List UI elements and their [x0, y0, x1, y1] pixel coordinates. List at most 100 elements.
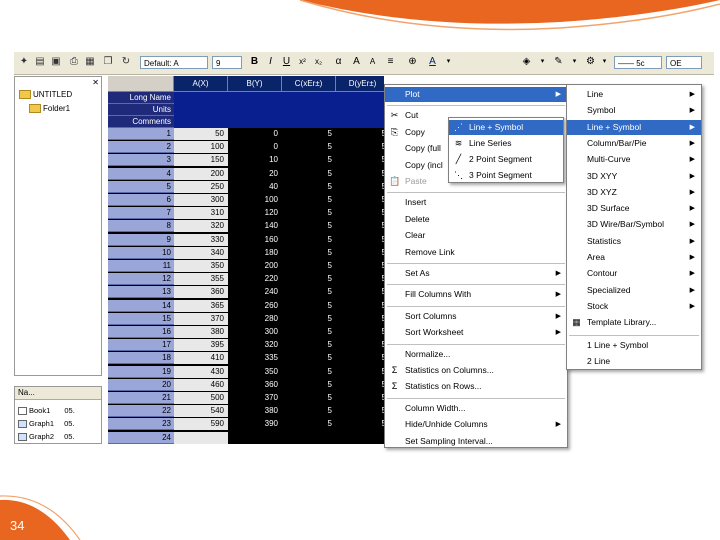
row-header[interactable]: 1	[108, 128, 174, 140]
menu-item-3d-xyy[interactable]: 3D XYY ▶	[567, 169, 701, 184]
font-name-select[interactable]: Default: A	[140, 56, 208, 69]
menu-item-3d-wire-bar-symbol[interactable]: 3D Wire/Bar/Symbol ▶	[567, 217, 701, 232]
table-cell[interactable]: 0	[228, 128, 282, 140]
table-cell[interactable]: 260	[228, 300, 282, 312]
table-cell[interactable]: 5	[282, 168, 336, 180]
column-header-d[interactable]: D(yEr±)	[336, 76, 384, 92]
table-cell[interactable]: 280	[228, 313, 282, 325]
meta-row-header[interactable]: Long Name	[108, 92, 174, 104]
font-size-select[interactable]: 9	[212, 56, 242, 69]
table-cell[interactable]: 5	[282, 128, 336, 140]
table-cell[interactable]: 10	[228, 154, 282, 166]
meta-cell[interactable]	[282, 104, 336, 116]
menu-item-delete[interactable]: Delete	[385, 212, 567, 227]
table-cell[interactable]: 5	[282, 207, 336, 219]
table-cell[interactable]: 5	[336, 326, 384, 338]
table-cell[interactable]: 5	[336, 379, 384, 391]
copy-page-icon[interactable]: ❐	[102, 56, 114, 68]
row-header[interactable]: 21	[108, 392, 174, 404]
italic-button[interactable]: I	[264, 55, 277, 69]
meta-row-header[interactable]: Comments	[108, 116, 174, 128]
table-cell[interactable]: 430	[174, 365, 228, 378]
subscript-button[interactable]: x₂	[312, 55, 325, 69]
table-cell[interactable]: 5	[336, 194, 384, 206]
meta-row-header[interactable]: Units	[108, 104, 174, 116]
refresh-icon[interactable]: ↻	[120, 56, 132, 68]
meta-cell[interactable]	[336, 92, 384, 104]
menu-item-multi-curve[interactable]: Multi-Curve ▶	[567, 152, 701, 167]
table-cell[interactable]: 5	[282, 352, 336, 364]
table-cell[interactable]: 5	[282, 286, 336, 298]
meta-cell[interactable]	[282, 116, 336, 128]
menu-item-3-point-segment[interactable]: ⋱ 3 Point Segment	[449, 168, 563, 183]
table-cell[interactable]: 5	[336, 339, 384, 351]
chevron-down-icon[interactable]: ▾	[598, 55, 611, 69]
menu-item-fill-columns-with[interactable]: Fill Columns With ▶	[385, 287, 567, 302]
menu-item-statistics-on-columns[interactable]: Σ Statistics on Columns...	[385, 363, 567, 378]
menu-item-line-series[interactable]: ≋ Line Series	[449, 136, 563, 151]
bold-button[interactable]: B	[248, 55, 261, 69]
table-cell[interactable]: 5	[336, 273, 384, 285]
menu-item-line-symbol[interactable]: ⋰ Line + Symbol	[449, 120, 563, 135]
table-cell[interactable]	[174, 431, 228, 444]
table-cell[interactable]: 5	[282, 392, 336, 404]
menu-item-area[interactable]: Area ▶	[567, 250, 701, 265]
table-cell[interactable]: 540	[174, 405, 228, 418]
table-cell[interactable]: 390	[228, 418, 282, 430]
table-cell[interactable]: 355	[174, 273, 228, 286]
row-header[interactable]: 2	[108, 141, 174, 154]
row-header[interactable]: 14	[108, 299, 174, 312]
row-header[interactable]: 11	[108, 260, 174, 272]
menu-item-symbol[interactable]: Symbol ▶	[567, 103, 701, 118]
line-style-select[interactable]: —— 5c	[614, 56, 662, 69]
table-cell[interactable]: 5	[282, 260, 336, 272]
table-cell[interactable]: 5	[282, 339, 336, 351]
menu-item-statistics[interactable]: Statistics ▶	[567, 234, 701, 249]
table-cell[interactable]: 370	[174, 312, 228, 325]
table-cell[interactable]: 5	[336, 154, 384, 166]
menu-item-sort-columns[interactable]: Sort Columns ▶	[385, 309, 567, 324]
table-cell[interactable]: 460	[174, 378, 228, 391]
decrease-font-button[interactable]: A	[366, 55, 379, 69]
table-cell[interactable]: 5	[336, 207, 384, 219]
table-cell[interactable]: 350	[174, 260, 228, 272]
file-item-graph1[interactable]: Graph1 05.	[18, 418, 75, 430]
meta-cell[interactable]	[174, 104, 228, 116]
table-cell[interactable]: 380	[174, 326, 228, 338]
chevron-down-icon[interactable]: ▾	[568, 55, 581, 69]
row-header[interactable]: 8	[108, 220, 174, 233]
table-cell[interactable]: 300	[174, 194, 228, 206]
superscript-button[interactable]: x²	[296, 55, 309, 69]
table-cell[interactable]: 5	[282, 194, 336, 206]
table-cell[interactable]: 5	[336, 300, 384, 312]
table-cell[interactable]: 120	[228, 207, 282, 219]
row-header[interactable]: 17	[108, 339, 174, 352]
table-cell[interactable]: 5	[336, 141, 384, 153]
chevron-down-icon[interactable]: ▾	[536, 55, 549, 69]
menu-item-line-symbol[interactable]: Line + Symbol ▶	[567, 119, 701, 135]
menu-item-normalize[interactable]: Normalize...	[385, 347, 567, 362]
table-cell[interactable]: 360	[228, 379, 282, 391]
table-cell[interactable]: 310	[174, 207, 228, 220]
table-cell[interactable]: 5	[282, 313, 336, 325]
table-cell[interactable]: 5	[336, 366, 384, 378]
tree-folder[interactable]: Folder1	[29, 103, 70, 115]
table-cell[interactable]: 5	[336, 234, 384, 246]
row-header[interactable]: 5	[108, 180, 174, 193]
menu-item-contour[interactable]: Contour ▶	[567, 266, 701, 281]
menu-item-hide-unhide-columns[interactable]: Hide/Unhide Columns ▶	[385, 417, 567, 432]
row-header[interactable]: 20	[108, 378, 174, 391]
meta-cell[interactable]	[228, 92, 282, 104]
row-header[interactable]: 4	[108, 167, 174, 180]
table-cell[interactable]	[228, 432, 282, 444]
row-header[interactable]: 3	[108, 154, 174, 167]
fill-color-icon[interactable]: ◈	[520, 55, 533, 69]
corner-cell[interactable]	[108, 76, 174, 92]
row-header[interactable]: 16	[108, 326, 174, 338]
menu-item-3d-xyz[interactable]: 3D XYZ ▶	[567, 185, 701, 200]
table-cell[interactable]: 5	[282, 300, 336, 312]
menu-item-insert[interactable]: Insert	[385, 195, 567, 210]
table-cell[interactable]	[282, 432, 336, 444]
meta-cell[interactable]	[228, 104, 282, 116]
file-item-graph2[interactable]: Graph2 05.	[18, 431, 75, 443]
